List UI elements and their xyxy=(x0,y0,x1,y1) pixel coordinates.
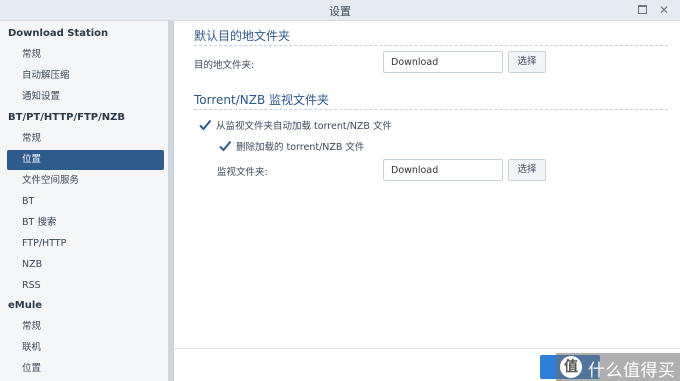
section-title-watch-folder: Torrent/NZB 监视文件夹 xyxy=(194,93,330,107)
delete-loaded-label: 删除加载的 torrent/NZB 文件 xyxy=(236,142,365,153)
sidebar-item-ds-general[interactable]: 常规 xyxy=(7,45,164,65)
section-divider xyxy=(194,45,668,46)
sidebar-item-emule-general[interactable]: 常规 xyxy=(7,317,164,337)
sidebar-group-bt: BT/PT/HTTP/FTP/NZB xyxy=(8,112,125,123)
sidebar-item-bt[interactable]: BT xyxy=(7,192,164,212)
auto-load-checkbox-row[interactable]: 从监视文件夹自动加载 torrent/NZB 文件 xyxy=(198,118,392,132)
auto-load-label: 从监视文件夹自动加载 torrent/NZB 文件 xyxy=(216,121,392,132)
sidebar-item-nzb[interactable]: NZB xyxy=(7,255,164,275)
destination-folder-label: 目的地文件夹: xyxy=(194,60,255,71)
watch-select-button[interactable]: 选择 xyxy=(508,159,546,181)
sidebar-item-bt-search[interactable]: BT 搜索 xyxy=(7,213,164,233)
destination-folder-input[interactable] xyxy=(383,51,503,73)
sidebar-item-bt-general[interactable]: 常规 xyxy=(7,129,164,149)
maximize-icon[interactable] xyxy=(637,4,649,16)
title-bar: 设置 ✕ xyxy=(0,0,680,21)
sidebar-item-emule-location[interactable]: 位置 xyxy=(7,359,164,379)
watermark-text: 什么值得买 xyxy=(588,361,676,381)
sidebar-item-ftp-http[interactable]: FTP/HTTP xyxy=(7,234,164,254)
auto-load-checkbox[interactable] xyxy=(198,118,212,132)
watch-folder-input[interactable] xyxy=(383,159,503,181)
sidebar-group-download-station: Download Station xyxy=(8,28,109,39)
sidebar-item-rss[interactable]: RSS xyxy=(7,276,164,296)
settings-panel: 默认目的地文件夹 目的地文件夹: 选择 Torrent/NZB 监视文件夹 从监… xyxy=(174,21,680,381)
sidebar-item-auto-extract[interactable]: 自动解压缩 xyxy=(7,66,164,86)
checkmark-icon xyxy=(219,140,232,152)
section-divider xyxy=(194,109,668,110)
delete-loaded-checkbox-row[interactable]: 删除加载的 torrent/NZB 文件 xyxy=(218,139,364,153)
window-title: 设置 xyxy=(329,5,351,18)
section-title-default-destination: 默认目的地文件夹 xyxy=(194,29,291,43)
watermark-logo-icon: 值 xyxy=(560,356,582,378)
checkmark-icon xyxy=(199,119,212,131)
sidebar-item-notifications[interactable]: 通知设置 xyxy=(7,87,164,107)
footer-divider xyxy=(174,348,680,349)
watch-folder-label: 监视文件夹: xyxy=(217,167,268,178)
close-icon[interactable]: ✕ xyxy=(658,4,670,16)
sidebar: Download Station 常规 自动解压缩 通知设置 BT/PT/HTT… xyxy=(0,21,172,381)
sidebar-group-emule: eMule xyxy=(8,300,43,311)
sidebar-item-file-hosting[interactable]: 文件空间服务 xyxy=(7,171,164,191)
delete-loaded-checkbox[interactable] xyxy=(218,139,232,153)
sidebar-item-location[interactable]: 位置 xyxy=(7,150,164,170)
sidebar-item-emule-connection[interactable]: 联机 xyxy=(7,338,164,358)
destination-select-button[interactable]: 选择 xyxy=(508,51,546,73)
